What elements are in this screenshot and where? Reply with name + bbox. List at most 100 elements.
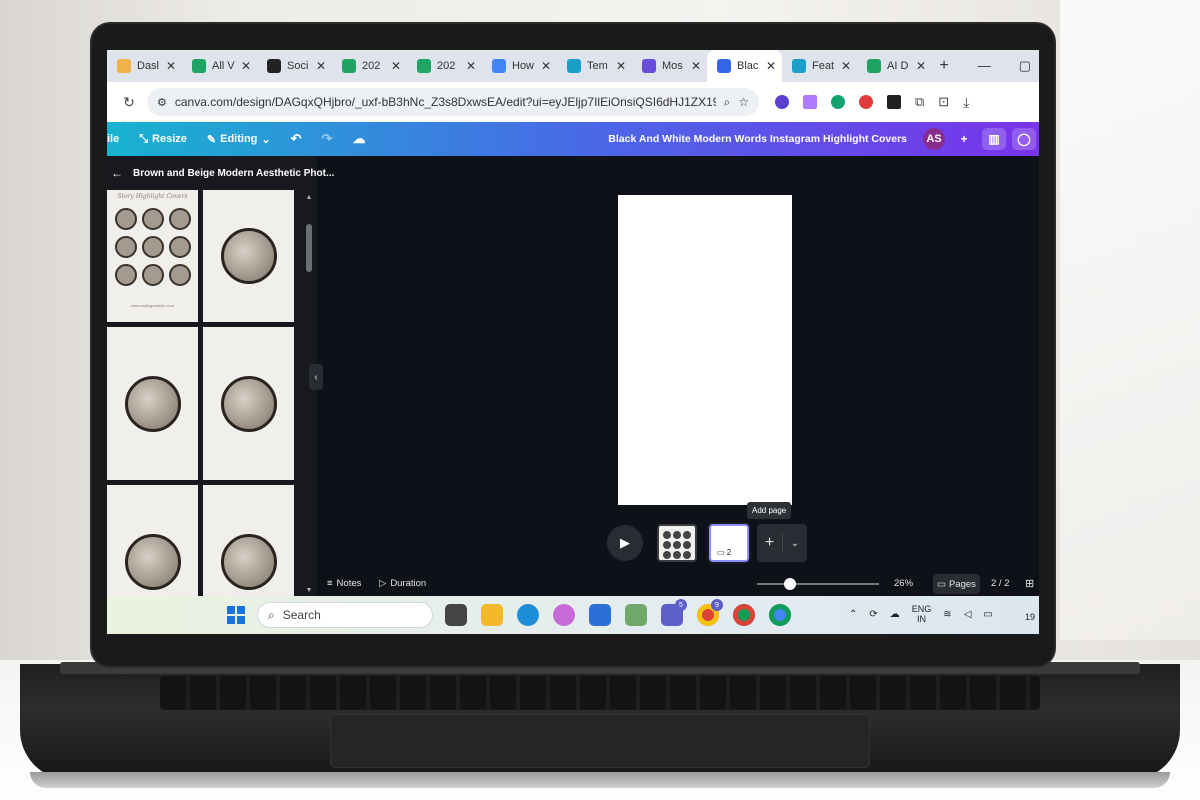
close-tab-icon[interactable]: ✕ bbox=[241, 59, 251, 73]
close-tab-icon[interactable]: ✕ bbox=[391, 59, 401, 73]
grid-view-icon[interactable]: ⊞ bbox=[1025, 577, 1034, 590]
add-collaborator-icon[interactable]: + bbox=[952, 128, 976, 150]
plus-icon[interactable]: + bbox=[757, 534, 783, 552]
comment-icon[interactable]: ◯ bbox=[1012, 128, 1036, 150]
record-extension-icon[interactable] bbox=[859, 95, 873, 109]
browser-tab[interactable]: Tem ✕ bbox=[557, 50, 632, 82]
maximize-icon[interactable]: ▢ bbox=[1019, 58, 1031, 74]
store-icon[interactable] bbox=[589, 604, 611, 626]
logo-square bbox=[227, 616, 235, 624]
tab-favicon-icon bbox=[567, 59, 581, 73]
clock-text[interactable]: 19 bbox=[1025, 612, 1035, 622]
browser-tab[interactable]: Blac ✕ bbox=[707, 50, 782, 82]
close-tab-icon[interactable]: ✕ bbox=[316, 59, 326, 73]
download-icon[interactable]: ⤓ bbox=[963, 94, 969, 111]
close-tab-icon[interactable]: ✕ bbox=[841, 59, 851, 73]
scroll-up-icon[interactable]: ▲ bbox=[305, 194, 313, 201]
pages-label: Pages bbox=[948, 578, 976, 590]
browser-tab[interactable]: 202 ✕ bbox=[332, 50, 407, 82]
page-thumbnail-2[interactable]: ▭ 2 bbox=[709, 524, 749, 562]
play-button[interactable]: ▶ bbox=[607, 525, 643, 561]
zoom-slider[interactable] bbox=[757, 578, 879, 590]
browser-tab[interactable]: Feat ✕ bbox=[782, 50, 857, 82]
url-text[interactable]: canva.com/design/DAGqxQHjbro/_uxf-bB3hNc… bbox=[175, 95, 716, 109]
duration-button[interactable]: ▷ Duration bbox=[379, 578, 426, 589]
windows-start-icon[interactable] bbox=[227, 606, 245, 624]
minimize-icon[interactable]: — bbox=[978, 58, 991, 74]
close-tab-icon[interactable]: ✕ bbox=[766, 59, 776, 73]
page-thumbnail-1[interactable] bbox=[657, 524, 697, 562]
browser-tab[interactable]: 202 ✕ bbox=[407, 50, 482, 82]
browser-tab[interactable]: Mos ✕ bbox=[632, 50, 707, 82]
panel-scrollbar[interactable]: ▲ ▼ bbox=[305, 194, 313, 594]
pages-button[interactable]: ▭ Pages bbox=[933, 574, 980, 594]
shield-extension-icon[interactable] bbox=[775, 95, 789, 109]
redo-button[interactable]: ↷ bbox=[312, 131, 343, 147]
chevron-down-icon[interactable]: ⌄ bbox=[783, 538, 807, 549]
undo-button[interactable]: ↶ bbox=[281, 131, 312, 147]
zoom-level[interactable]: 26% bbox=[894, 578, 913, 589]
browser-tab[interactable]: All V ✕ bbox=[182, 50, 257, 82]
design-title[interactable]: Black And White Modern Words Instagram H… bbox=[608, 133, 907, 145]
canva-header: ile ⤡ Resize ✎ Editing ⌄ ↶ ↷ ☁ Black And… bbox=[107, 122, 1039, 156]
copilot-icon[interactable] bbox=[553, 604, 575, 626]
back-arrow-icon[interactable]: ← bbox=[111, 166, 123, 180]
close-tab-icon[interactable]: ✕ bbox=[541, 59, 551, 73]
close-tab-icon[interactable]: ✕ bbox=[691, 59, 701, 73]
file-explorer-icon[interactable] bbox=[481, 604, 503, 626]
browser-tab[interactable]: How ✕ bbox=[482, 50, 557, 82]
cloud-save-icon[interactable]: ☁ bbox=[342, 131, 375, 147]
grammarly-extension-icon[interactable] bbox=[831, 95, 845, 109]
zoom-slider-knob[interactable] bbox=[784, 578, 796, 590]
template-page-thumb[interactable] bbox=[203, 327, 294, 480]
bookmark-star-icon[interactable]: ☆ bbox=[738, 95, 749, 109]
browser-tab[interactable]: Soci ✕ bbox=[257, 50, 332, 82]
teams-icon[interactable]: 5 bbox=[661, 599, 687, 626]
new-tab-button[interactable]: + bbox=[932, 57, 956, 75]
dark-extension-icon[interactable] bbox=[887, 95, 901, 109]
template-page-thumb[interactable] bbox=[107, 327, 198, 480]
close-tab-icon[interactable]: ✕ bbox=[916, 59, 926, 73]
site-settings-icon[interactable]: ⚙ bbox=[157, 96, 167, 109]
close-tab-icon[interactable]: ✕ bbox=[616, 59, 626, 73]
collapse-panel-button[interactable]: ‹ bbox=[309, 364, 323, 390]
pen-extension-icon[interactable] bbox=[803, 95, 817, 109]
chevron-up-icon[interactable]: ⌃ bbox=[849, 609, 857, 620]
scrollbar-thumb[interactable] bbox=[306, 224, 312, 272]
template-page-thumb[interactable]: Story Highlight Covers www.reallygreatsi… bbox=[107, 190, 198, 322]
extensions-puzzle-icon[interactable]: ⧉ bbox=[915, 94, 924, 110]
chrome-profile-icon[interactable] bbox=[733, 604, 755, 626]
highlight-circle bbox=[220, 375, 277, 432]
battery-icon[interactable]: ▭ bbox=[983, 609, 992, 620]
close-tab-icon[interactable]: ✕ bbox=[166, 59, 176, 73]
chrome-profile-icon[interactable] bbox=[769, 604, 791, 626]
cloud-icon[interactable]: ☁ bbox=[890, 609, 900, 620]
reload-icon[interactable]: ↻ bbox=[121, 94, 137, 111]
language-indicator[interactable]: ENG IN bbox=[912, 604, 932, 624]
notes-button[interactable]: ≡ Notes bbox=[327, 578, 361, 589]
zoom-icon[interactable]: ⌕ bbox=[724, 95, 731, 110]
analytics-icon[interactable]: ▥ bbox=[982, 128, 1006, 150]
browser-tab[interactable]: AI D ✕ bbox=[857, 50, 932, 82]
omnibox[interactable]: ⚙ canva.com/design/DAGqxQHjbro/_uxf-bB3h… bbox=[147, 88, 759, 116]
notepad-icon[interactable] bbox=[625, 604, 647, 626]
close-tab-icon[interactable]: ✕ bbox=[466, 59, 476, 73]
screenshot-icon[interactable]: ⊡ bbox=[938, 94, 949, 110]
thumb-dot bbox=[663, 541, 671, 549]
resize-button[interactable]: ⤡ Resize bbox=[129, 133, 197, 146]
template-page-thumb[interactable] bbox=[203, 190, 294, 322]
sync-icon[interactable]: ⟳ bbox=[869, 609, 877, 620]
wifi-icon[interactable]: ≋ bbox=[943, 609, 951, 620]
browser-tab[interactable]: Dasl ✕ bbox=[107, 50, 182, 82]
editing-mode-button[interactable]: ✎ Editing ⌄ bbox=[197, 133, 281, 146]
file-menu-button[interactable]: ile bbox=[107, 133, 129, 145]
avatar[interactable]: AS bbox=[923, 128, 945, 150]
volume-icon[interactable]: ◁ bbox=[964, 609, 972, 620]
edge-icon[interactable] bbox=[517, 604, 539, 626]
add-page-button[interactable]: + ⌄ bbox=[757, 524, 807, 562]
tab-label: 202 bbox=[437, 60, 456, 72]
task-view-icon[interactable] bbox=[445, 604, 467, 626]
design-page-canvas[interactable] bbox=[618, 195, 792, 505]
taskbar-search-box[interactable]: ⌕ Search bbox=[257, 602, 433, 628]
chrome-icon[interactable]: 9 bbox=[697, 599, 723, 626]
